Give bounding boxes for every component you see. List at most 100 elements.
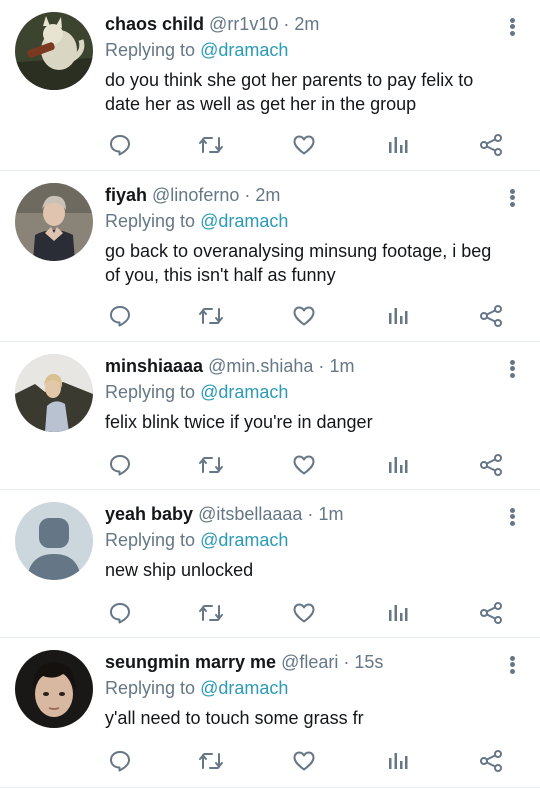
- reply-button[interactable]: [105, 301, 135, 331]
- replying-to-line: Replying to @dramach: [105, 380, 492, 404]
- display-name[interactable]: seungmin marry me: [105, 652, 276, 672]
- display-name[interactable]: yeah baby: [105, 504, 193, 524]
- bar-chart-icon: [389, 753, 408, 769]
- avatar[interactable]: [15, 12, 93, 90]
- share-button[interactable]: [476, 450, 506, 480]
- display-name[interactable]: fiyah: [105, 185, 147, 205]
- stats-button[interactable]: [383, 450, 413, 480]
- reply-button[interactable]: [105, 598, 135, 628]
- like-button[interactable]: [289, 301, 319, 331]
- reply-tweet[interactable]: seungmin marry me @fleari · 15s Replying…: [0, 638, 540, 788]
- share-icon: [480, 602, 502, 624]
- retweet-icon: [199, 308, 223, 324]
- speech-bubble-icon: [110, 306, 130, 327]
- speech-bubble-icon: [110, 455, 130, 476]
- avatar[interactable]: [15, 502, 93, 580]
- replying-to-label: Replying to: [105, 211, 196, 231]
- heart-icon: [293, 306, 315, 326]
- user-handle[interactable]: @rr1v10: [209, 14, 278, 34]
- reply-feed: chaos child @rr1v10 · 2m Replying to @dr…: [0, 0, 540, 788]
- reply-button[interactable]: [105, 450, 135, 480]
- tweet-text: do you think she got her parents to pay …: [105, 70, 474, 114]
- speech-bubble-icon: [110, 603, 130, 624]
- retweet-button[interactable]: [196, 301, 226, 331]
- share-button[interactable]: [476, 130, 506, 160]
- action-bar: [105, 130, 505, 160]
- more-options-icon[interactable]: [504, 16, 520, 38]
- replying-to-line: Replying to @dramach: [105, 528, 492, 552]
- heart-icon: [293, 603, 315, 623]
- stats-button[interactable]: [383, 746, 413, 776]
- timestamp: 2m: [255, 185, 281, 205]
- bar-chart-icon: [389, 308, 408, 324]
- timestamp: 15s: [354, 652, 384, 672]
- reply-button[interactable]: [105, 746, 135, 776]
- like-button[interactable]: [289, 746, 319, 776]
- share-icon: [480, 454, 502, 476]
- display-name[interactable]: minshiaaaa: [105, 356, 203, 376]
- replying-to-handle[interactable]: @dramach: [200, 40, 288, 60]
- avatar[interactable]: [15, 354, 93, 432]
- timestamp: 1m: [329, 356, 355, 376]
- bar-chart-icon: [389, 605, 408, 621]
- more-options-icon[interactable]: [504, 654, 520, 676]
- more-options-icon[interactable]: [504, 358, 520, 380]
- like-button[interactable]: [289, 130, 319, 160]
- action-bar: [105, 598, 505, 628]
- user-handle[interactable]: @min.shiaha: [208, 356, 313, 376]
- retweet-button[interactable]: [196, 598, 226, 628]
- retweet-button[interactable]: [196, 450, 226, 480]
- reply-tweet[interactable]: chaos child @rr1v10 · 2m Replying to @dr…: [0, 0, 540, 171]
- user-handle[interactable]: @itsbellaaaa: [198, 504, 302, 524]
- replying-to-handle[interactable]: @dramach: [200, 678, 288, 698]
- share-button[interactable]: [476, 301, 506, 331]
- like-button[interactable]: [289, 598, 319, 628]
- reply-tweet[interactable]: fiyah @linoferno · 2m Replying to @drama…: [0, 171, 540, 342]
- share-icon: [480, 750, 502, 772]
- avatar[interactable]: [15, 650, 93, 728]
- heart-icon: [293, 135, 315, 155]
- tweet-text: new ship unlocked: [105, 560, 254, 580]
- replying-to-line: Replying to @dramach: [105, 38, 492, 62]
- bar-chart-icon: [389, 137, 408, 153]
- timestamp: 1m: [318, 504, 344, 524]
- timestamp: 2m: [294, 14, 320, 34]
- separator-dot: ·: [343, 652, 350, 672]
- replying-to-label: Replying to: [105, 678, 196, 698]
- replying-to-line: Replying to @dramach: [105, 676, 492, 700]
- more-options-icon[interactable]: [504, 506, 520, 528]
- reply-button[interactable]: [105, 130, 135, 160]
- retweet-button[interactable]: [196, 746, 226, 776]
- share-icon: [480, 134, 502, 156]
- heart-icon: [293, 751, 315, 771]
- stats-button[interactable]: [383, 130, 413, 160]
- display-name[interactable]: chaos child: [105, 14, 204, 34]
- replying-to-handle[interactable]: @dramach: [200, 382, 288, 402]
- replying-to-label: Replying to: [105, 382, 196, 402]
- like-button[interactable]: [289, 450, 319, 480]
- user-handle[interactable]: @linoferno: [152, 185, 239, 205]
- heart-icon: [293, 455, 315, 475]
- speech-bubble-icon: [110, 135, 130, 156]
- user-handle[interactable]: @fleari: [281, 652, 338, 672]
- default-avatar-icon: [15, 502, 93, 580]
- replying-to-handle[interactable]: @dramach: [200, 211, 288, 231]
- stats-button[interactable]: [383, 301, 413, 331]
- share-button[interactable]: [476, 598, 506, 628]
- stats-button[interactable]: [383, 598, 413, 628]
- replying-to-label: Replying to: [105, 40, 196, 60]
- reply-tweet[interactable]: yeah baby @itsbellaaaa · 1m Replying to …: [0, 490, 540, 638]
- tweet-text: go back to overanalysing minsung footage…: [105, 241, 492, 285]
- reply-tweet[interactable]: minshiaaaa @min.shiaha · 1m Replying to …: [0, 342, 540, 490]
- retweet-button[interactable]: [196, 130, 226, 160]
- avatar[interactable]: [15, 183, 93, 261]
- replying-to-line: Replying to @dramach: [105, 209, 492, 233]
- retweet-icon: [199, 753, 223, 769]
- replying-to-handle[interactable]: @dramach: [200, 530, 288, 550]
- separator-dot: ·: [307, 504, 314, 524]
- more-options-icon[interactable]: [504, 187, 520, 209]
- share-button[interactable]: [476, 746, 506, 776]
- action-bar: [105, 301, 505, 331]
- separator-dot: ·: [244, 185, 251, 205]
- share-icon: [480, 305, 502, 327]
